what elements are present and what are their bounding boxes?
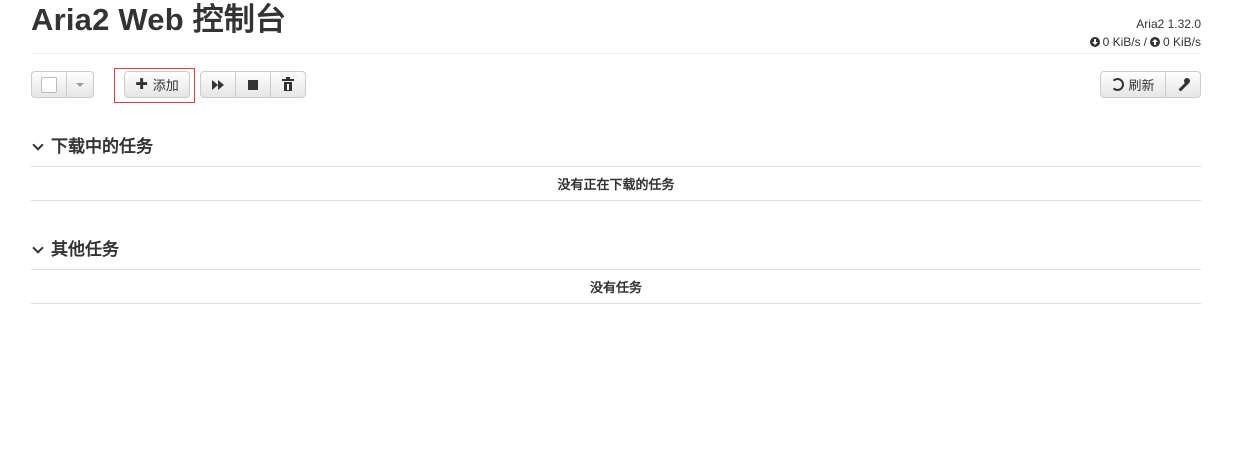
- download-speed-icon: [1089, 37, 1100, 47]
- stop-icon: [248, 79, 258, 90]
- page-title: Aria2 Web 控制台: [31, 2, 287, 37]
- others-empty-row: 没有任务: [31, 269, 1201, 304]
- upload-speed: 0 KiB/s: [1162, 35, 1201, 49]
- resume-button[interactable]: [200, 71, 236, 98]
- others-empty-text: 没有任务: [589, 280, 642, 295]
- stop-button[interactable]: [235, 71, 271, 98]
- plus-icon: ✚: [135, 76, 148, 93]
- trash-icon: [282, 76, 294, 91]
- refresh-icon: [1111, 78, 1125, 91]
- upload-speed-icon: [1149, 37, 1160, 47]
- section-others-title: 其他任务: [51, 240, 119, 259]
- section-downloading-title: 下载中的任务: [51, 137, 153, 156]
- downloading-empty-text: 没有正在下载的任务: [557, 177, 675, 192]
- speed-indicator: 0 KiB/s / 0 KiB/s: [1089, 35, 1201, 49]
- section-downloading-header[interactable]: 下载中的任务: [31, 137, 153, 157]
- fast-forward-icon: [212, 79, 224, 90]
- settings-button[interactable]: [1165, 71, 1201, 98]
- add-button[interactable]: ✚ 添加: [124, 71, 190, 98]
- add-button-label: 添加: [152, 78, 179, 93]
- downloading-empty-row: 没有正在下载的任务: [31, 166, 1201, 201]
- download-speed: 0 KiB/s: [1102, 35, 1141, 49]
- chevron-down-icon: [32, 242, 44, 254]
- delete-button[interactable]: [270, 71, 306, 98]
- checkbox-icon: [41, 76, 57, 93]
- speed-separator: /: [1143, 35, 1147, 49]
- wrench-icon: [1177, 77, 1190, 91]
- refresh-button-label: 刷新: [1128, 78, 1155, 93]
- select-all-button[interactable]: [31, 71, 67, 98]
- page-header: Aria2 Web 控制台 Aria2 1.32.0 0 KiB/s / 0 K…: [31, 0, 1201, 54]
- select-dropdown-button[interactable]: [66, 71, 94, 98]
- caret-down-icon: [76, 82, 84, 87]
- aria2-version: Aria2 1.32.0: [1136, 17, 1201, 31]
- section-others-header[interactable]: 其他任务: [31, 240, 119, 260]
- chevron-down-icon: [32, 139, 44, 151]
- refresh-button[interactable]: 刷新: [1100, 71, 1166, 98]
